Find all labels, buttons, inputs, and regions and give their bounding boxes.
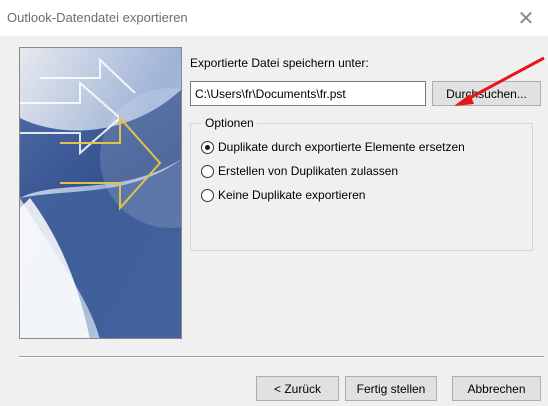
export-path-input[interactable] bbox=[190, 81, 426, 106]
footer-separator bbox=[19, 356, 544, 358]
option-label: Erstellen von Duplikaten zulassen bbox=[218, 164, 399, 178]
option-label: Keine Duplikate exportieren bbox=[218, 188, 366, 202]
window-title: Outlook-Datendatei exportieren bbox=[7, 10, 188, 25]
radio-selected-icon[interactable] bbox=[201, 140, 214, 154]
title-bar: Outlook-Datendatei exportieren ✕ bbox=[0, 0, 548, 36]
finish-button[interactable]: Fertig stellen bbox=[345, 376, 437, 401]
option-label: Duplikate durch exportierte Elemente ers… bbox=[218, 140, 465, 154]
wizard-graphic bbox=[20, 48, 181, 338]
dialog-content: Exportierte Datei speichern unter: Durch… bbox=[0, 36, 548, 406]
radio-unselected-icon[interactable] bbox=[201, 164, 214, 178]
options-legend: Optionen bbox=[202, 116, 257, 130]
close-button[interactable]: ✕ bbox=[504, 0, 548, 36]
back-button[interactable]: < Zurück bbox=[256, 376, 339, 401]
cancel-button[interactable]: Abbrechen bbox=[452, 376, 541, 401]
option-allow-duplicates[interactable]: Erstellen von Duplikaten zulassen bbox=[201, 162, 398, 180]
close-icon: ✕ bbox=[517, 7, 535, 30]
wizard-illustration bbox=[19, 47, 182, 339]
option-replace-duplicates[interactable]: Duplikate durch exportierte Elemente ers… bbox=[201, 138, 465, 156]
save-location-label: Exportierte Datei speichern unter: bbox=[190, 56, 369, 70]
radio-unselected-icon[interactable] bbox=[201, 188, 214, 202]
browse-button[interactable]: Durchsuchen... bbox=[432, 81, 541, 106]
option-no-duplicates[interactable]: Keine Duplikate exportieren bbox=[201, 186, 365, 204]
